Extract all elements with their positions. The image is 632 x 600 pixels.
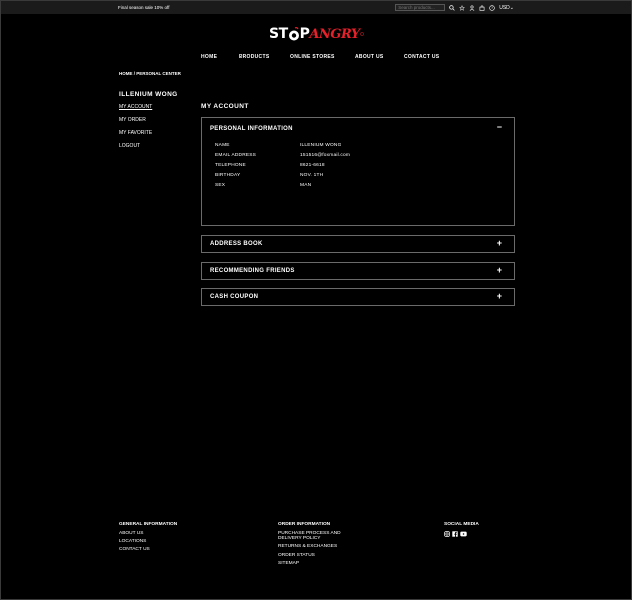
panel-title: CASH COUPON (210, 294, 259, 300)
chevron-down-icon: ⌄ (239, 54, 244, 60)
svg-text:?: ? (491, 6, 493, 10)
help-icon[interactable]: ? (489, 4, 495, 11)
sidebar-item-my-favorite[interactable]: MY FAVORITE (119, 130, 152, 143)
top-bar: Final season sale 10% off ? USD⌄ (1, 1, 631, 14)
breadcrumb[interactable]: HOME / PERSONAL CENTER (119, 71, 181, 76)
field-value-birthday: NOV. 1TH (300, 173, 324, 178)
youtube-icon[interactable] (460, 531, 467, 537)
field-value-email: 151516@foxmail.com (300, 153, 351, 158)
footer-link-order-status[interactable]: ORDER STATUS (278, 553, 341, 558)
field-value-name: ILLENIUM WONG (300, 143, 342, 148)
sidebar-item-my-order[interactable]: MY ORDER (119, 117, 152, 130)
footer-heading: SOCIAL MEDIA (444, 522, 479, 527)
chevron-down-icon: ⌄ (509, 4, 514, 11)
footer-link-sitemap[interactable]: SITEMAP (278, 561, 341, 566)
search-input[interactable] (395, 4, 446, 11)
nav-online-stores[interactable]: ONLINE STORES (290, 54, 335, 60)
field-label-email: EMAIL ADDRESS (215, 153, 257, 158)
personal-info-panel: PERSONAL INFORMATION − NAME ILLENIUM WON… (201, 117, 515, 226)
expand-icon[interactable]: + (497, 291, 502, 301)
cash-coupon-panel[interactable]: CASH COUPON + (201, 288, 515, 306)
footer-link-locations[interactable]: LOCATIONS (119, 539, 177, 544)
facebook-icon[interactable] (452, 531, 458, 537)
recommending-friends-panel[interactable]: RECOMMENDING FRIENDS + (201, 262, 515, 280)
currency-selector[interactable]: USD⌄ (499, 5, 514, 11)
page-title: MY ACCOUNT (201, 103, 249, 110)
user-icon[interactable] (469, 4, 475, 11)
footer-heading: ORDER INFORMATION (278, 522, 331, 527)
brand-logo[interactable]: ST P ANGRY (269, 23, 364, 45)
field-value-sex: MAN (300, 183, 312, 188)
footer-link-contact-us[interactable]: CONTACT US (119, 547, 177, 552)
registered-mark-icon (359, 32, 364, 36)
footer-link-about-us[interactable]: ABOUT US (119, 531, 177, 536)
footer-general: GENERAL INFORMATION ABOUT US LOCATIONS C… (119, 522, 177, 556)
nav-home[interactable]: HOME (201, 54, 217, 60)
sidebar-user-name: ILLENIUM WONG (119, 91, 178, 98)
sidebar-item-logout[interactable]: LOGOUT (119, 143, 152, 156)
panel-title: ADDRESS BOOK (210, 241, 263, 247)
footer-order: ORDER INFORMATION PURCHASE PROCESS AND D… (278, 522, 341, 569)
panel-title[interactable]: PERSONAL INFORMATION (210, 126, 293, 132)
nav-about-us[interactable]: ABOUT US (355, 54, 384, 60)
panel-title: RECOMMENDING FRIENDS (210, 268, 295, 274)
collapse-icon[interactable]: − (497, 122, 502, 132)
nav-contact-us[interactable]: CONTACT US (404, 54, 439, 60)
promo-text: Final season sale 10% off (118, 5, 170, 10)
field-label-birthday: BIRTHDAY (215, 173, 241, 178)
wishlist-icon[interactable] (459, 4, 466, 11)
address-book-panel[interactable]: ADDRESS BOOK + (201, 235, 515, 253)
footer-link-purchase-process[interactable]: PURCHASE PROCESS AND DELIVERY POLICY (278, 531, 341, 541)
sidebar-item-my-account[interactable]: MY ACCOUNT (119, 104, 152, 117)
expand-icon[interactable]: + (497, 238, 502, 248)
expand-icon[interactable]: + (497, 265, 502, 275)
field-label-name: NAME (215, 143, 230, 148)
search-icon[interactable] (449, 4, 455, 11)
social-icons (444, 531, 479, 537)
field-label-sex: SEX (215, 183, 226, 188)
bomb-logo-icon (288, 27, 299, 41)
sidebar-menu: MY ACCOUNT MY ORDER MY FAVORITE LOGOUT (119, 104, 152, 156)
instagram-icon[interactable] (444, 531, 450, 537)
topbar-tools: ? USD⌄ (395, 4, 514, 11)
footer-social: SOCIAL MEDIA (444, 522, 479, 537)
field-value-telephone: 8621-6618 (300, 163, 325, 168)
footer-link-returns[interactable]: RETURNS & EXCHANGES (278, 544, 341, 549)
footer-heading: GENERAL INFORMATION (119, 522, 178, 527)
field-label-telephone: TELEPHONE (215, 163, 246, 168)
cart-icon[interactable] (479, 4, 485, 11)
